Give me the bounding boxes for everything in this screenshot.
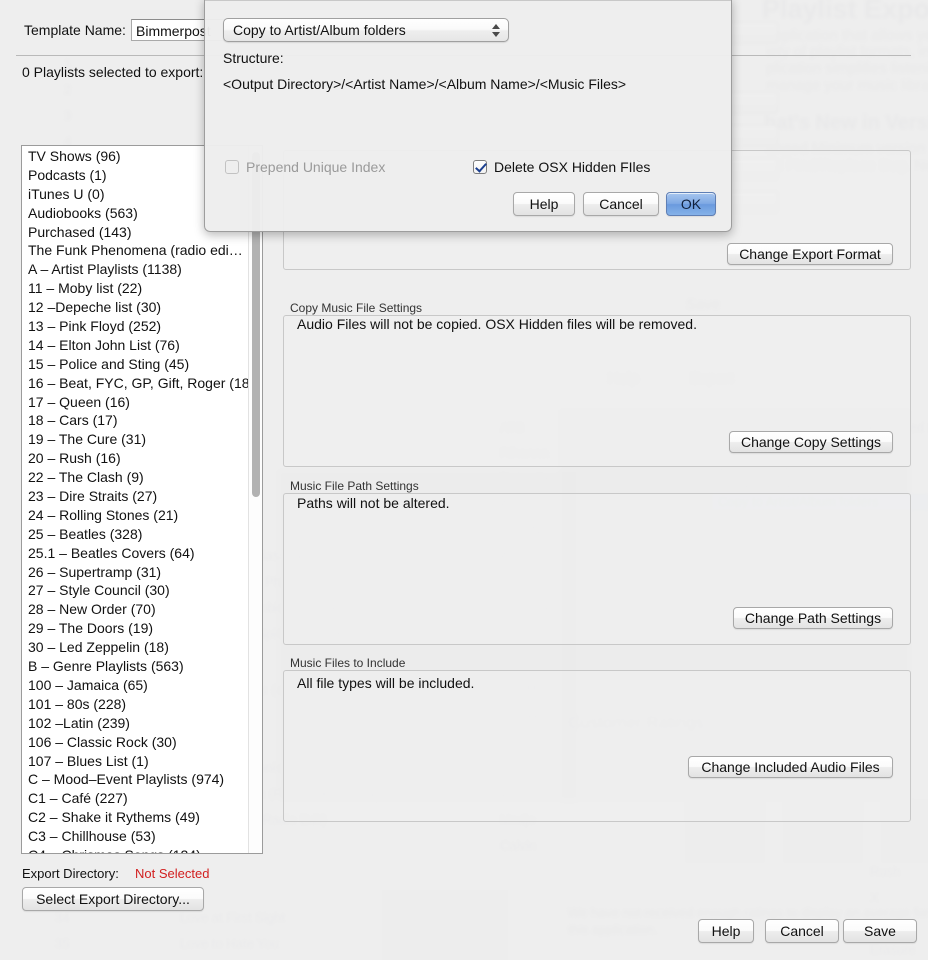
change-path-settings-button[interactable]: Change Path Settings [733,607,893,629]
section-copy-settings-title: Copy Music File Settings [290,301,423,315]
section-copy-settings-body: Audio Files will not be copied. OSX Hidd… [297,316,697,332]
sheet-cancel-button[interactable]: Cancel [583,192,659,216]
playlist-item[interactable]: 30 – Led Zeppelin (18) [24,638,248,657]
playlist-item[interactable]: 106 – Classic Rock (30) [24,733,248,752]
prepend-unique-index-checkbox[interactable]: Prepend Unique Index [225,159,385,175]
playlist-item[interactable]: 29 – The Doors (19) [24,619,248,638]
change-included-audio-files-button[interactable]: Change Included Audio Files [688,756,893,778]
export-directory-label: Export Directory: [22,866,119,881]
section-path-settings-title: Music File Path Settings [290,479,419,493]
playlist-item[interactable]: C2 – Shake it Rythems (49) [24,808,248,827]
playlist-item[interactable]: 19 – The Cure (31) [24,430,248,449]
playlist-scrollbar[interactable] [248,146,262,853]
change-export-format-button[interactable]: Change Export Format [727,243,893,265]
playlist-list[interactable]: TV Shows (96) Podcasts (1) iTunes U (0) Aud… [21,145,263,854]
sheet-top-stripe [205,0,731,1]
prepend-unique-index-label: Prepend Unique Index [246,159,386,175]
playlist-item[interactable]: 13 – Pink Floyd (252) [24,317,248,336]
chevron-updown-icon [488,23,508,37]
section-include-files-body: All file types will be included. [297,675,475,691]
help-button[interactable]: Help [698,919,754,943]
playlist-item[interactable]: 14 – Elton John List (76) [24,336,248,355]
checkbox-unchecked-icon[interactable] [225,160,239,174]
save-button[interactable]: Save [843,919,917,943]
section-include-files-box [283,670,911,822]
playlist-item[interactable]: 20 – Rush (16) [24,449,248,468]
playlist-item[interactable]: 22 – The Clash (9) [24,468,248,487]
section-include-files-title: Music Files to Include [290,656,406,670]
chevron-up-icon [492,23,500,29]
checkbox-checked-icon[interactable] [473,160,487,174]
playlist-item[interactable]: 100 – Jamaica (65) [24,676,248,695]
export-directory-value: Not Selected [135,866,210,881]
playlist-item[interactable]: C – Mood–Event Playlists (974) [24,770,248,789]
delete-osx-hidden-files-label: Delete OSX Hidden FIles [494,159,651,175]
playlist-item[interactable]: 26 – Supertramp (31) [24,563,248,582]
playlist-item[interactable]: 11 – Moby list (22) [24,279,248,298]
playlist-item[interactable]: 24 – Rolling Stones (21) [24,506,248,525]
select-export-directory-button[interactable]: Select Export Directory... [22,887,204,911]
playlist-item[interactable]: A – Artist Playlists (1138) [24,260,248,279]
playlist-item[interactable]: B – Genre Playlists (563) [24,657,248,676]
sheet-help-button[interactable]: Help [513,192,575,216]
playlist-item[interactable]: 16 – Beat, FYC, GP, Gift, Roger (18) [24,374,248,393]
playlist-item[interactable]: The Funk Phenomena (radio edi… [24,241,248,260]
playlist-item[interactable]: C1 – Café (227) [24,789,248,808]
playlist-item[interactable]: 12 –Depeche list (30) [24,298,248,317]
screen: Playlist Export application that allows … [0,0,928,960]
chevron-down-icon [492,31,500,37]
playlist-item[interactable]: 107 – Blues List (1) [24,752,248,771]
delete-osx-hidden-files-checkbox[interactable]: Delete OSX Hidden FIles [473,159,650,175]
cancel-button[interactable]: Cancel [765,919,839,943]
playlists-selected-label: 0 Playlists selected to export: [22,64,204,80]
template-name-label: Template Name: [24,22,126,38]
copy-mode-dropdown[interactable]: Copy to Artist/Album folders [223,18,509,42]
structure-label: Structure: [223,50,284,66]
playlist-list-items[interactable]: TV Shows (96) Podcasts (1) iTunes U (0) Aud… [22,146,248,853]
copy-mode-dropdown-value: Copy to Artist/Album folders [233,22,406,38]
playlist-item[interactable]: 25 – Beatles (328) [24,525,248,544]
playlist-item[interactable]: 17 – Queen (16) [24,393,248,412]
playlist-item[interactable]: 101 – 80s (228) [24,695,248,714]
playlist-item[interactable]: C3 – Chillhouse (53) [24,827,248,846]
playlist-item[interactable]: 23 – Dire Straits (27) [24,487,248,506]
playlist-item[interactable]: 25.1 – Beatles Covers (64) [24,544,248,563]
structure-value: <Output Directory>/<Artist Name>/<Album … [223,76,627,92]
playlist-item[interactable]: 102 –Latin (239) [24,714,248,733]
copy-settings-sheet: Copy to Artist/Album folders Structure: … [204,0,732,232]
playlist-item[interactable]: 28 – New Order (70) [24,600,248,619]
playlist-item[interactable]: 18 – Cars (17) [24,411,248,430]
change-copy-settings-button[interactable]: Change Copy Settings [729,431,893,453]
playlist-item[interactable]: 15 – Police and Sting (45) [24,355,248,374]
section-path-settings-body: Paths will not be altered. [297,495,450,511]
sheet-ok-button[interactable]: OK [666,192,716,216]
playlist-item[interactable]: 27 – Style Council (30) [24,581,248,600]
playlist-item[interactable]: C4 – Chrismas Songs (124) [24,846,248,853]
